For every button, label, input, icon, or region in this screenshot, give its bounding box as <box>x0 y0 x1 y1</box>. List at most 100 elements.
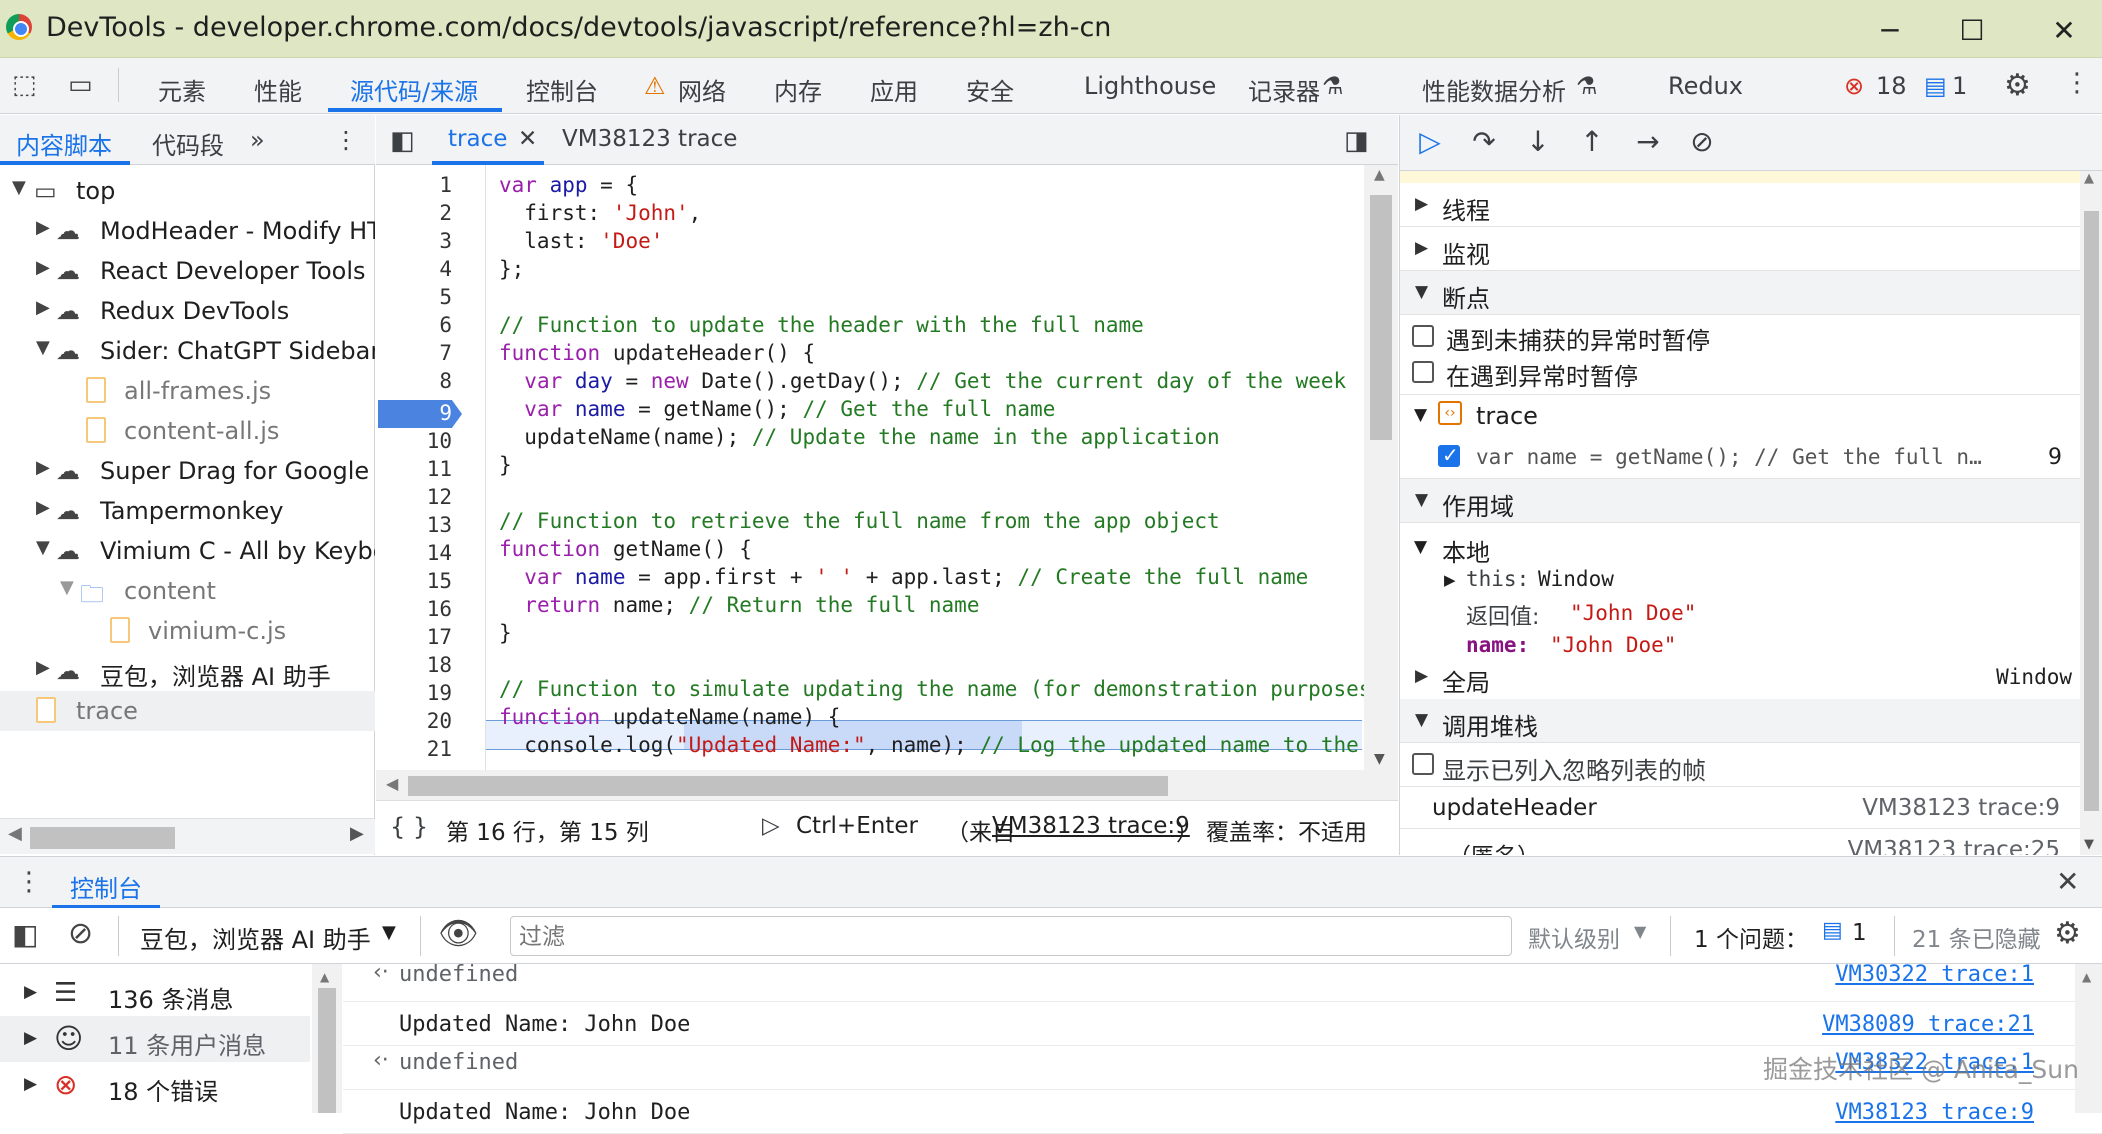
step-over-icon[interactable]: ↷ <box>1466 125 1502 158</box>
tab-network[interactable]: 网络 <box>678 72 726 107</box>
editor-tab-vm[interactable]: VM38123 trace <box>562 126 737 152</box>
call-frame[interactable]: （匿名） VM38123 trace:25 <box>1400 829 2080 855</box>
minimize-icon[interactable]: ─ <box>1870 14 1910 47</box>
tab-application[interactable]: 应用 <box>870 72 918 107</box>
tree-item-extension[interactable]: ▼☁ Vimium C - All by Keyboard <box>0 531 375 571</box>
editor-vscrollbar[interactable]: ▲ ▼ <box>1364 165 1398 770</box>
tab-lighthouse[interactable]: Lighthouse <box>1084 72 1216 100</box>
tab-memory[interactable]: 内存 <box>774 72 822 107</box>
message-badge-icon[interactable]: ▤ <box>1924 72 1947 100</box>
tree-item-extension[interactable]: ▶ ☁ React Developer Tools <box>0 251 375 291</box>
tree-item-extension[interactable]: ▶☁ Super Drag for Google Chrome <box>0 451 375 491</box>
scope-this-key[interactable]: this: <box>1466 567 1529 591</box>
log-level-select[interactable]: 默认级别 <box>1528 920 1620 954</box>
navigator-menu-icon[interactable]: ⋮ <box>334 126 358 154</box>
device-toolbar-icon[interactable]: ▭ <box>68 70 93 100</box>
active-tab-indicator <box>328 108 502 112</box>
issues-label[interactable]: 1 个问题： <box>1694 920 1808 954</box>
step-icon[interactable]: → <box>1630 125 1666 158</box>
deactivate-breakpoints-icon[interactable]: ⊘ <box>1684 125 1720 158</box>
tab-security[interactable]: 安全 <box>966 72 1014 107</box>
tab-snippets[interactable]: 代码段 <box>152 126 224 161</box>
section-threads[interactable]: ▶ 线程 <box>1400 183 2080 227</box>
tree-item-file-selected[interactable]: trace <box>0 691 375 731</box>
context-selector[interactable]: 豆包，浏览器 AI 助手 <box>140 920 371 955</box>
tree-item-folder[interactable]: ▼ 🗀 content <box>0 571 375 611</box>
tab-redux[interactable]: Redux <box>1668 72 1743 100</box>
drawer-menu-icon[interactable]: ⋮ <box>16 867 42 897</box>
console-filter-input[interactable] <box>510 916 1512 956</box>
error-badge-icon[interactable]: ⊗ <box>1844 72 1864 100</box>
tree-item-file[interactable]: content-all.js <box>0 411 375 451</box>
call-frame-location[interactable]: VM38123 trace:9 <box>1862 795 2060 821</box>
message-source-link[interactable]: VM30322 trace:1 <box>1835 962 2034 987</box>
tree-item-extension[interactable]: ▼☁ Sider: ChatGPT Sidebar + <box>0 331 375 371</box>
tab-elements[interactable]: 元素 <box>158 72 206 107</box>
call-frame-location[interactable]: VM38123 trace:25 <box>1848 837 2060 855</box>
step-into-icon[interactable]: ↓ <box>1520 125 1556 158</box>
more-tabs-icon[interactable]: » <box>250 126 265 154</box>
show-ignored-checkbox[interactable] <box>1412 753 1434 775</box>
tree-item-extension[interactable]: ▶ ☁ Redux DevTools <box>0 291 375 331</box>
debugger-vscrollbar[interactable]: ▲ ▼ <box>2080 171 2102 855</box>
tree-item-extension[interactable]: ▶ ☁ 豆包，浏览器 AI 助手 <box>0 651 375 691</box>
tree-item-extension[interactable]: ▶ ☁ Tampermonkey <box>0 491 375 531</box>
settings-gear-icon[interactable]: ⚙ <box>2004 68 2031 103</box>
pause-caught-checkbox[interactable] <box>1412 361 1434 383</box>
more-options-icon[interactable]: ⋮ <box>2064 68 2090 98</box>
section-breakpoints[interactable]: ▼ 断点 <box>1400 271 2080 315</box>
source-from-link[interactable]: VM38123 trace:9 <box>992 813 1190 839</box>
toggle-sidebar-icon[interactable]: ◧ <box>12 918 38 951</box>
maximize-icon[interactable]: ☐ <box>1952 14 1992 47</box>
pause-uncaught-checkbox[interactable] <box>1412 325 1434 347</box>
tree-item-file[interactable]: all-frames.js <box>0 371 375 411</box>
toggle-navigator-icon[interactable]: ◧ <box>390 126 415 156</box>
toggle-debugger-icon[interactable]: ◨ <box>1344 126 1369 156</box>
tree-item-extension[interactable]: ▶☁ ModHeader - Modify HTTP headers <box>0 211 375 251</box>
inspect-element-icon[interactable]: ⬚ <box>12 70 37 100</box>
tree-item-top[interactable]: ▼ ▭ top <box>0 171 375 211</box>
code-area[interactable]: var app = { first: 'John', last: 'Doe' }… <box>376 165 1364 770</box>
breakpoint-file-row[interactable]: ▼ ‹› trace <box>1400 395 2080 437</box>
editor-hscrollbar[interactable]: ◀ <box>376 770 1398 800</box>
tab-console[interactable]: 控制台 <box>526 72 598 107</box>
eye-icon[interactable]: 👁 <box>438 914 479 952</box>
message-source-link[interactable]: VM38089 trace:21 <box>1822 1012 2034 1037</box>
sidebar-item-messages[interactable]: ▶ ☰ 136 条消息 <box>0 970 310 1016</box>
section-callstack[interactable]: ▼ 调用堆栈 <box>1400 699 2080 743</box>
scope-local-label[interactable]: 本地 <box>1442 533 1490 568</box>
section-watch[interactable]: ▶ 监视 <box>1400 227 2080 271</box>
sidebar-item-user-messages[interactable]: ▶ ☺ 11 条用户消息 <box>0 1016 310 1062</box>
issues-count[interactable]: 1 <box>1852 920 1867 946</box>
tree-item-file[interactable]: vimium-c.js <box>0 611 375 651</box>
navigator-hscrollbar[interactable]: ◀ ▶ <box>0 818 375 854</box>
pretty-print-icon[interactable]: { } <box>390 813 428 841</box>
message-count[interactable]: 1 <box>1952 72 1967 100</box>
editor-tab-trace[interactable]: trace <box>448 126 507 152</box>
console-settings-gear-icon[interactable]: ⚙ <box>2054 916 2081 951</box>
close-drawer-icon[interactable]: ✕ <box>2056 865 2079 898</box>
tab-content-scripts[interactable]: 内容脚本 <box>16 126 112 161</box>
sidebar-item-errors[interactable]: ▶ ⊗ 18 个错误 <box>0 1062 310 1108</box>
breakpoint-enabled-checkbox[interactable] <box>1438 443 1460 467</box>
error-count[interactable]: 18 <box>1876 72 1907 100</box>
code-line: console.log("Updated Name:", name); // L… <box>499 733 1359 757</box>
call-frame[interactable]: updateHeader VM38123 trace:9 <box>1400 787 2080 829</box>
section-scope[interactable]: ▼ 作用域 <box>1400 479 2080 523</box>
resume-icon[interactable]: ▷ <box>1412 125 1448 158</box>
console-scrollbar[interactable]: ▲ <box>2075 964 2102 1113</box>
drawer-tab-console[interactable]: 控制台 <box>70 869 142 904</box>
clear-console-icon[interactable]: ⊘ <box>68 916 93 951</box>
close-window-icon[interactable]: ✕ <box>2044 14 2084 47</box>
sidebar-scrollbar[interactable]: ▲ <box>312 964 342 1113</box>
close-tab-icon[interactable]: ✕ <box>518 126 537 152</box>
tab-sources[interactable]: 源代码/来源 <box>350 72 478 107</box>
issue-message-icon[interactable]: ▤ <box>1822 918 1843 943</box>
step-out-icon[interactable]: ↑ <box>1574 125 1610 158</box>
tab-performance-insights[interactable]: 性能数据分析 <box>1422 72 1566 107</box>
tab-recorder[interactable]: 记录器 <box>1248 72 1320 107</box>
scope-global[interactable]: ▶ 全局 Window <box>1400 655 2080 699</box>
breakpoint-entry[interactable]: var name = getName(); // Get the full n…… <box>1400 437 2080 479</box>
run-snippet-icon[interactable]: ▷ <box>762 813 780 839</box>
tab-performance[interactable]: 性能 <box>254 72 302 107</box>
